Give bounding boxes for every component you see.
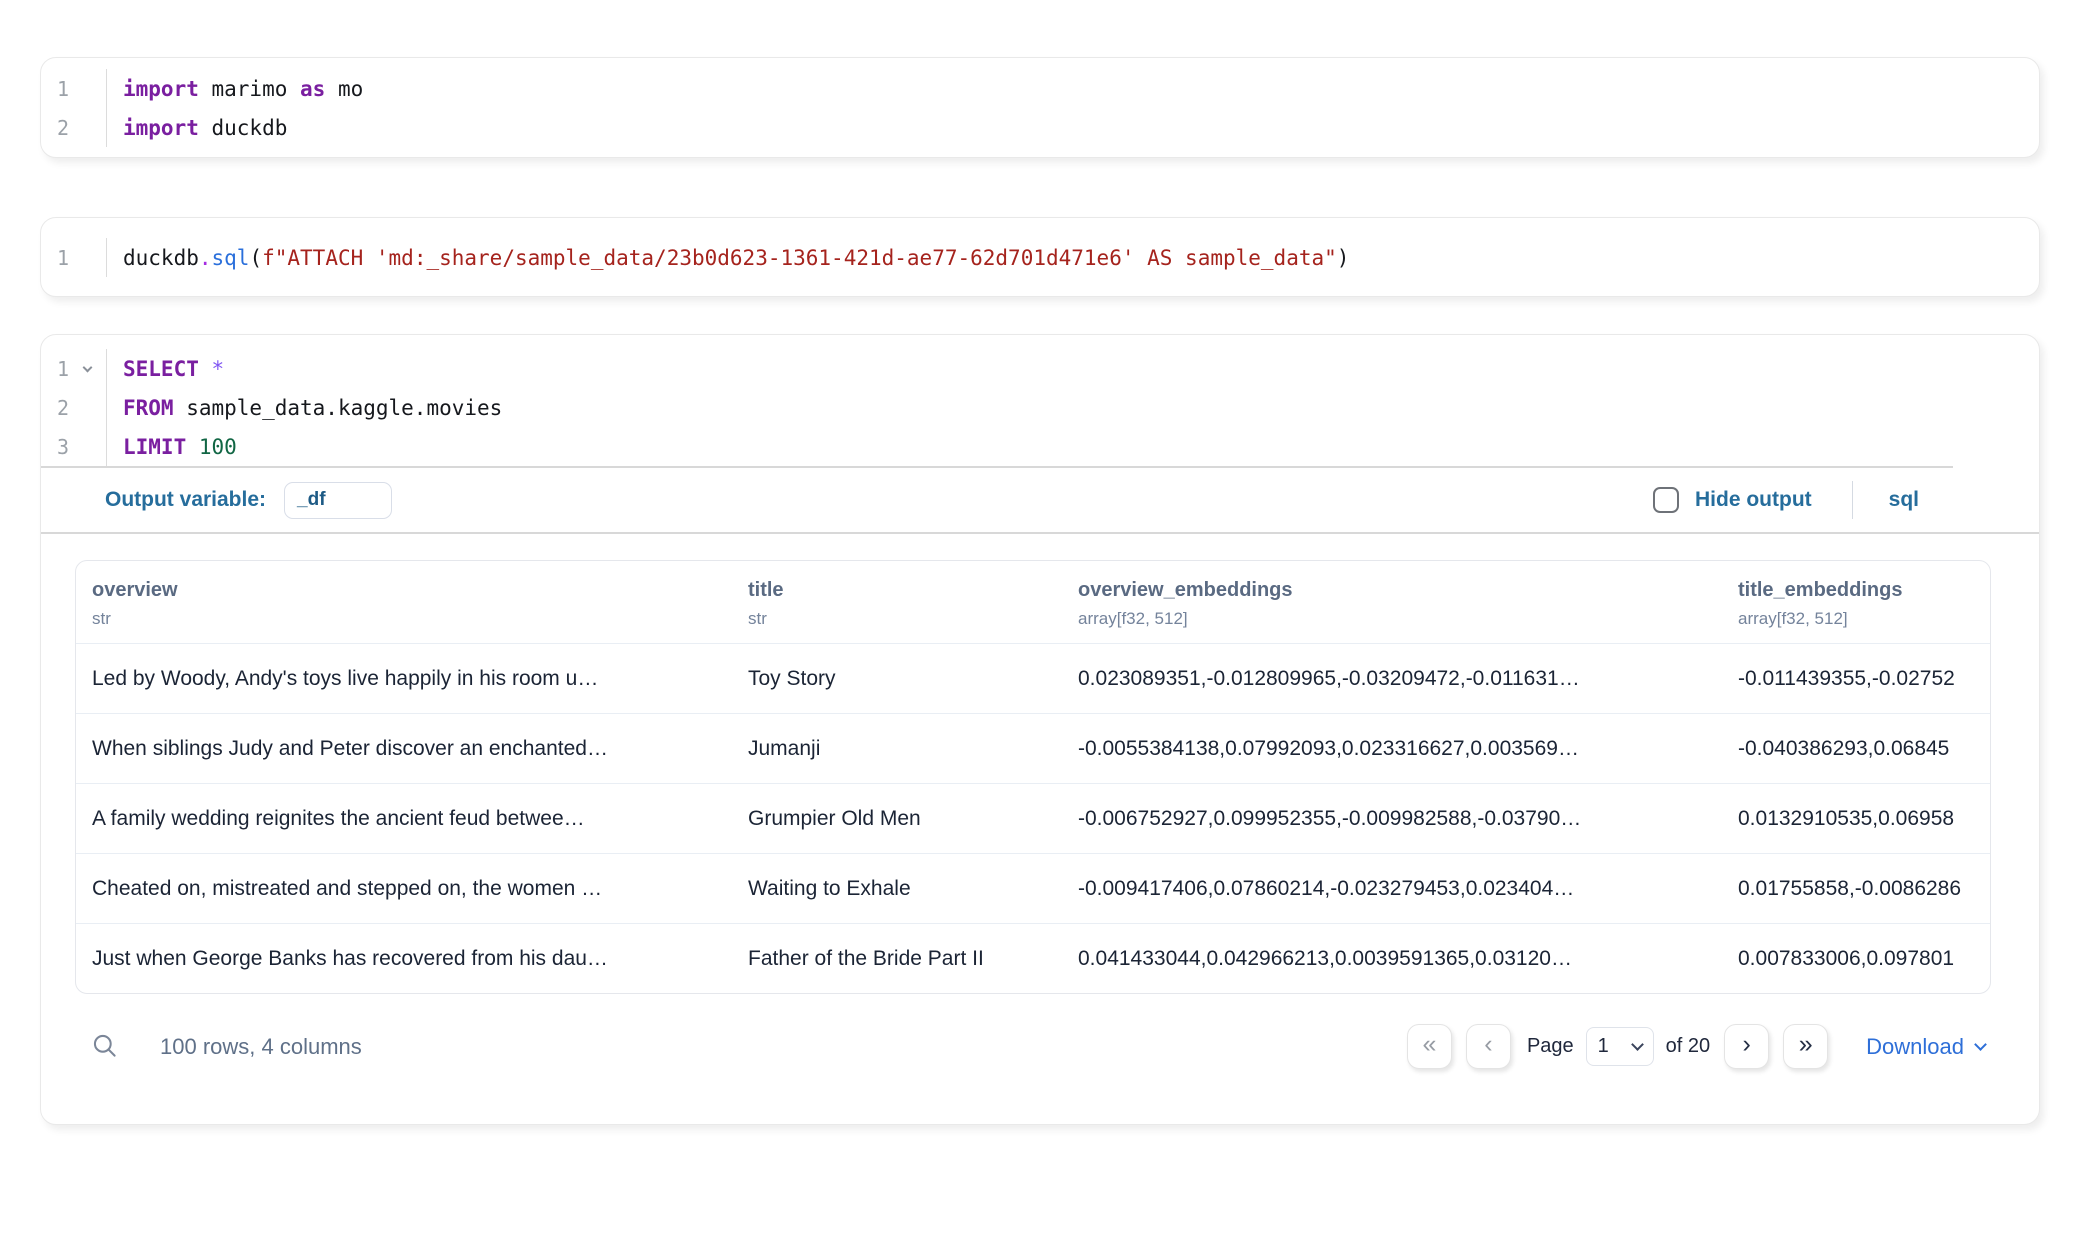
last-page-icon: » [1799,1030,1813,1059]
dataframe-table: overview str title str overview_embeddingsar… [75,560,1991,994]
output-variable-label: Output variable: [105,488,266,512]
column-header-title[interactable]: title str [732,561,1062,643]
table-cell: Grumpier Old Men [732,783,1062,853]
table-cell: -0.006752927,0.099952355,-0.009982588,-0… [1062,783,1722,853]
column-type: array[f32, 512] [1738,609,1974,629]
table-cell: -0.0055384138,0.07992093,0.023316627,0.0… [1062,713,1722,783]
cell-imports: 1 import marimo as mo 2 import duckdb [40,57,2040,158]
chevron-down-icon [1631,1038,1644,1051]
code-text[interactable]: import marimo as mo [107,77,363,101]
vertical-divider [1852,481,1853,519]
line-number: 2 [41,116,69,140]
code-line[interactable]: 1 duckdb.sql(f"ATTACH 'md:_share/sample_d… [41,238,2039,277]
table-cell: -0.011439355,-0.02752 [1722,643,1990,713]
column-name: overview_embeddings [1078,579,1706,602]
code-line[interactable]: 1 SELECT * [41,349,2039,388]
cell-output: overview str title str overview_embeddingsar… [41,534,2039,1069]
column-type: str [748,609,1046,629]
line-gutter: 2 [41,108,107,147]
table-cell: -0.009417406,0.07860214,-0.023279453,0.0… [1062,853,1722,923]
code-line[interactable]: 3 LIMIT 100 [41,427,2039,466]
chevron-down-icon [1974,1038,1987,1051]
column-name: title_embeddings [1738,579,1974,602]
column-type: str [92,609,716,629]
table-cell: 0.01755858,-0.0086286 [1722,853,1990,923]
table-cell: When siblings Judy and Peter discover an… [76,713,732,783]
page-total-label: of 20 [1666,1035,1710,1058]
prev-page-button[interactable]: ‹ [1466,1024,1511,1069]
code-editor-imports[interactable]: 1 import marimo as mo 2 import duckdb [41,69,2039,147]
column-type: array[f32, 512] [1078,609,1706,629]
column-header-overview[interactable]: overview str [76,561,732,643]
row-count-summary: 100 rows, 4 columns [160,1034,362,1060]
code-line[interactable]: 1 import marimo as mo [41,69,2039,108]
line-gutter: 1 [41,238,107,277]
download-button[interactable]: Download [1860,1033,1991,1061]
line-gutter: 2 [41,388,107,427]
table-footer: 100 rows, 4 columns « ‹ Page 1 of 20 [75,1024,1991,1069]
page-select-value: 1 [1598,1035,1609,1058]
line-number: 1 [41,357,69,381]
code-text[interactable]: LIMIT 100 [107,435,237,459]
line-number: 1 [41,246,69,270]
code-line[interactable]: 2 FROM sample_data.kaggle.movies [41,388,2039,427]
download-label: Download [1866,1034,1964,1060]
output-variable-value: _df [297,489,326,511]
line-gutter: 1 [41,349,107,388]
line-number: 3 [41,435,69,459]
code-editor-attach[interactable]: 1 duckdb.sql(f"ATTACH 'md:_share/sample_d… [41,238,2039,277]
column-name: title [748,579,1046,602]
cell-attach: 1 duckdb.sql(f"ATTACH 'md:_share/sample_d… [40,217,2040,297]
fold-chevron-icon[interactable] [69,367,105,371]
table-cell: Father of the Bride Part II [732,923,1062,993]
column-header-title_embeddings[interactable]: title_embeddings array[f32, 512] [1722,561,1990,643]
table-cell: Toy Story [732,643,1062,713]
line-gutter: 1 [41,69,107,108]
table-cell: Waiting to Exhale [732,853,1062,923]
cell-sql-query: 1 SELECT * 2 FROM sample_data.kaggle.movies… [40,334,2040,1125]
search-icon [91,1032,118,1062]
hide-output-label[interactable]: Hide output [1695,488,1812,512]
first-page-icon: « [1423,1030,1437,1059]
next-page-icon: › [1742,1030,1750,1059]
language-label[interactable]: sql [1889,488,1919,512]
table-cell: Cheated on, mistreated and stepped on, t… [76,853,732,923]
table-cell: Led by Woody, Andy's toys live happily i… [76,643,732,713]
line-number: 1 [41,77,69,101]
line-number: 2 [41,396,69,420]
column-header-overview_embeddings[interactable]: overview_embeddings array[f32, 512] [1062,561,1722,643]
last-page-button[interactable]: » [1783,1024,1828,1069]
hide-output-checkbox[interactable] [1653,487,1679,513]
table-cell: -0.040386293,0.06845 [1722,713,1990,783]
next-page-button[interactable]: › [1724,1024,1769,1069]
table-cell: Jumanji [732,713,1062,783]
page-label: Page [1527,1035,1574,1058]
column-name: overview [92,579,716,602]
code-editor-sql[interactable]: 1 SELECT * 2 FROM sample_data.kaggle.movies… [41,349,2039,466]
code-text[interactable]: SELECT * [107,357,224,381]
output-variable-input[interactable]: _df [284,482,392,519]
table-cell: 0.007833006,0.097801 [1722,923,1990,993]
code-text[interactable]: FROM sample_data.kaggle.movies [107,396,502,420]
prev-page-icon: ‹ [1484,1030,1492,1059]
page-select[interactable]: 1 [1586,1027,1654,1066]
table-cell: 0.0132910535,0.06958 [1722,783,1990,853]
table-cell: 0.041433044,0.042966213,0.0039591365,0.0… [1062,923,1722,993]
line-gutter: 3 [41,427,107,466]
table-cell: A family wedding reignites the ancient f… [76,783,732,853]
table-cell: 0.023089351,-0.012809965,-0.03209472,-0.… [1062,643,1722,713]
search-button[interactable] [91,1032,118,1062]
code-text[interactable]: import duckdb [107,116,287,140]
code-line[interactable]: 2 import duckdb [41,108,2039,147]
table-cell: Just when George Banks has recovered fro… [76,923,732,993]
first-page-button[interactable]: « [1407,1024,1452,1069]
code-text[interactable]: duckdb.sql(f"ATTACH 'md:_share/sample_da… [107,246,1349,270]
output-variable-bar: Output variable: _df Hide output sql [41,468,2039,532]
notebook-page: 1 import marimo as mo 2 import duckdb 1 duck… [0,57,2086,1125]
